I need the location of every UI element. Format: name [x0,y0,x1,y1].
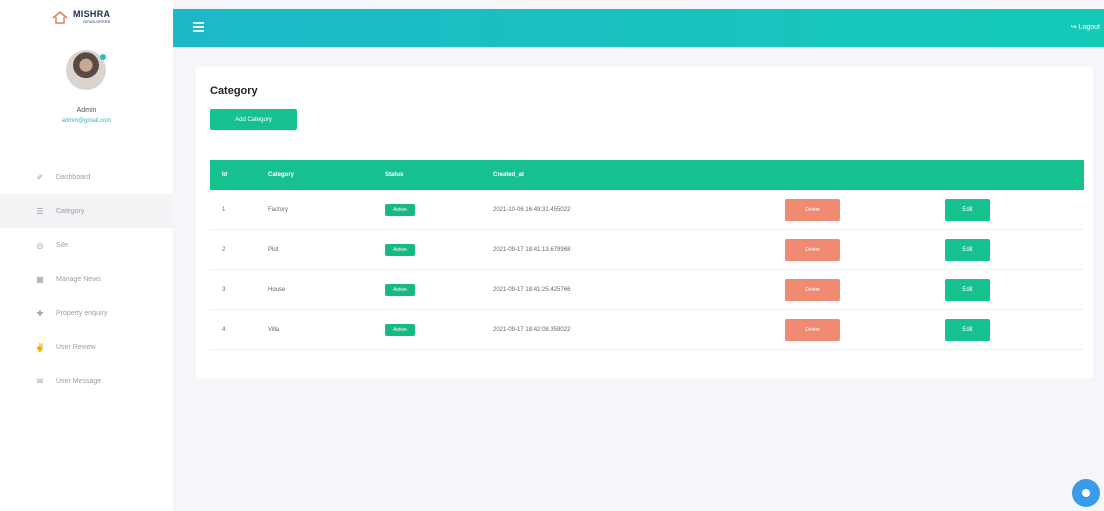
column-header-category: Category [268,172,295,178]
cell-created-at: 2021-09-17 18:41:13.679968 [493,246,571,253]
message-icon: ✉ [36,376,44,386]
sidebar-item-manage-news[interactable]: ▦ Manage News [0,262,173,296]
sidebar-item-property-enquiry[interactable]: ✚ Property enquiry [0,296,173,330]
logout-label: Logout [1078,23,1100,31]
sidebar-item-label: Dashboard [56,173,91,181]
cell-category: House [268,286,286,293]
sidebar-item-label: Manage News [56,275,101,283]
status-badge: Active [385,203,415,216]
brand-logo[interactable]: MISHRA DEVELOPERS [52,10,110,24]
table-row: 2 Plot Active 2021-09-17 18:41:13.679968… [210,230,1084,270]
cell-id: 4 [222,326,226,333]
sidebar-item-category[interactable]: ☰ Category [0,194,173,228]
delete-button[interactable]: Delete [785,198,840,221]
cell-created-at: 2021-09-17 18:41:25.425766 [493,286,571,293]
top-navbar: ↪ Logout [173,9,1104,47]
cell-id: 1 [222,206,226,213]
table-row: 4 Villa Active 2021-09-17 18:42:08.35902… [210,310,1084,350]
sidebar: MISHRA DEVELOPERS Admin admin@gmail.com … [0,0,173,511]
cell-created-at: 2021-10-06 16:49:31.455022 [493,206,571,213]
edit-button[interactable]: Edit [945,238,990,261]
edit-button[interactable]: Edit [945,198,990,221]
logout-icon: ↪ [1070,24,1077,31]
cell-id: 2 [222,246,226,253]
sidebar-menu: ✐ Dashboard ☰ Category ◎ Site ▦ Manage N… [0,160,173,398]
sidebar-item-user-message[interactable]: ✉ User Message [0,364,173,398]
table-header: Id Category Status Created_at [210,160,1084,190]
cell-id: 3 [222,286,226,293]
add-category-button[interactable]: Add Category [210,109,297,130]
sidebar-item-label: Category [56,207,85,215]
gear-icon [1082,489,1090,497]
page-title: Category [210,85,258,97]
grid-icon: ▦ [36,274,44,284]
edit-button[interactable]: Edit [945,318,990,341]
category-card: Category Add Category Id Category Status… [196,67,1093,379]
thumbs-up-icon: ✌ [35,342,45,352]
plus-icon: ✚ [36,308,44,318]
sidebar-item-label: Site [56,241,69,249]
location-icon: ◎ [36,240,44,250]
cell-category: Villa [268,326,280,333]
cell-created-at: 2021-09-17 18:42:08.359022 [493,326,571,333]
sidebar-item-label: User Message [56,377,102,385]
column-header-created-at: Created_at [493,172,525,178]
brush-icon: ✐ [36,172,44,182]
brand-sub: DEVELOPERS [83,19,111,24]
list-icon: ☰ [36,206,44,216]
category-table: Id Category Status Created_at 1 Factory … [210,160,1084,350]
sidebar-item-user-review[interactable]: ✌ User Review [0,330,173,364]
sidebar-item-label: User Review [56,343,96,351]
sidebar-item-site[interactable]: ◎ Site [0,228,173,262]
house-logo-icon [52,10,68,24]
sidebar-item-label: Property enquiry [56,309,108,317]
online-status-dot [100,54,106,60]
table-row: 1 Factory Active 2021-10-06 16:49:31.455… [210,190,1084,230]
edit-button[interactable]: Edit [945,278,990,301]
hamburger-menu-icon[interactable] [193,22,204,32]
brand-name: MISHRA [73,9,111,19]
logout-link[interactable]: ↪ Logout [1070,23,1100,32]
status-badge: Active [385,283,415,296]
user-name: Admin [76,107,97,114]
column-header-id: Id [222,172,228,178]
status-badge: Active [385,323,415,336]
sidebar-item-dashboard[interactable]: ✐ Dashboard [0,160,173,194]
delete-button[interactable]: Delete [785,278,840,301]
delete-button[interactable]: Delete [785,318,840,341]
status-badge: Active [385,243,415,256]
cell-category: Factory [268,206,289,213]
delete-button[interactable]: Delete [785,238,840,261]
table-row: 3 House Active 2021-09-17 18:41:25.42576… [210,270,1084,310]
user-email: admin@gmail.com [61,118,112,124]
cell-category: Plot [268,246,279,253]
column-header-status: Status [385,172,404,178]
settings-fab-button[interactable] [1072,479,1100,507]
